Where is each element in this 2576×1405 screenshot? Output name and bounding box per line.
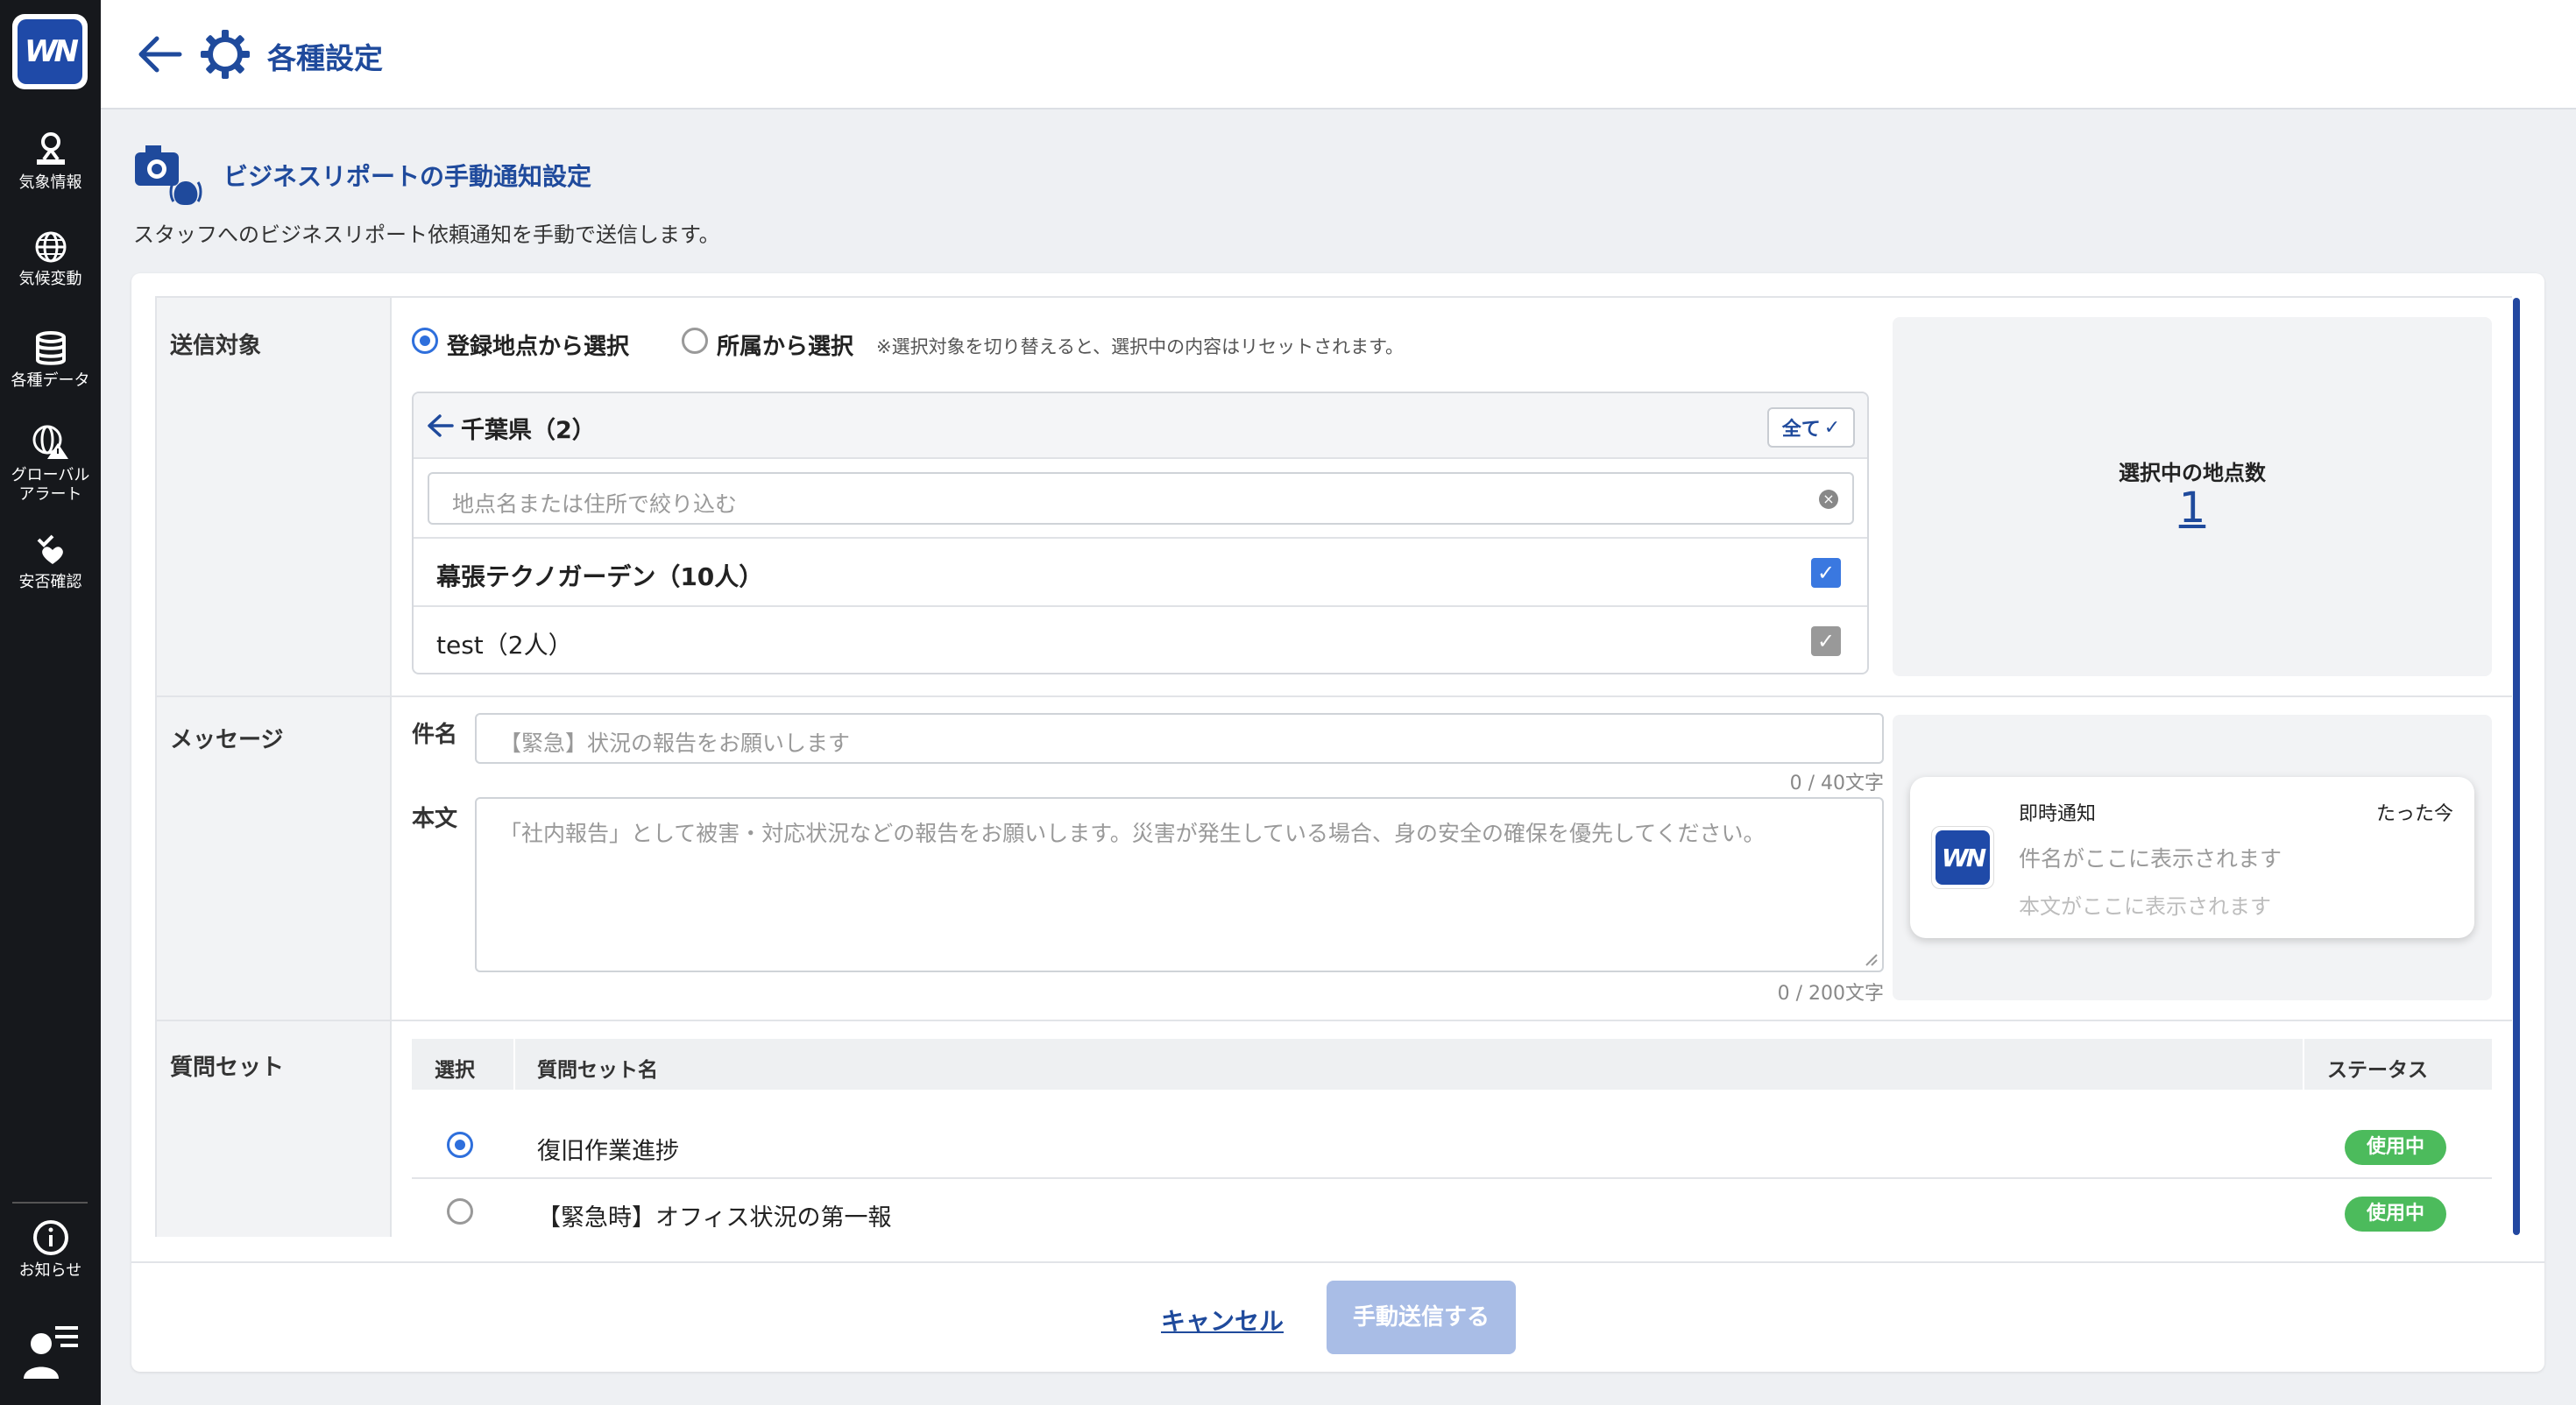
- clear-icon[interactable]: ×: [1819, 490, 1838, 509]
- app-logo-icon: WN: [1931, 826, 1994, 889]
- location-row[interactable]: 幕張テクノガーデン（10人） ✓: [414, 537, 1867, 605]
- nav-label-line1: グローバル: [11, 466, 90, 484]
- column-divider: [2303, 1039, 2304, 1090]
- col-name: 質問セット名: [537, 1059, 658, 1082]
- column-divider: [513, 1039, 515, 1090]
- nav-label: 安否確認: [18, 573, 82, 591]
- back-button[interactable]: [136, 30, 185, 82]
- question-set-radio[interactable]: [447, 1132, 473, 1158]
- safety-check-icon: [37, 534, 63, 564]
- nav-label-line2: アラート: [18, 485, 82, 504]
- question-set-row[interactable]: 復旧作業進捗 使用中: [412, 1112, 2492, 1179]
- sidebar: WN 気象情報 気候変動 各種データ グローバル アラート 安否確認 お知らせ: [0, 0, 101, 1405]
- info-icon: [32, 1220, 68, 1255]
- row-divider: [155, 695, 2512, 697]
- arrow-left-icon: [138, 36, 182, 73]
- selected-count-panel: 選択中の地点数 1: [1893, 317, 2492, 676]
- location-list-header: 千葉県（2） 全て ✓: [414, 393, 1867, 459]
- nav-label: 気象情報: [18, 173, 82, 192]
- camera-alert-icon: [133, 140, 207, 214]
- nav-label: 気候変動: [18, 270, 82, 288]
- nav-item-safety[interactable]: 安否確認: [0, 533, 101, 592]
- subject-input[interactable]: 【緊急】状況の報告をお願いします: [475, 713, 1884, 764]
- nav-item-weather[interactable]: 気象情報: [0, 130, 101, 193]
- subject-label: 件名: [412, 722, 458, 748]
- subject-counter: 0 / 40文字: [1789, 773, 1884, 794]
- status-badge: 使用中: [2345, 1130, 2446, 1165]
- manual-send-button[interactable]: 手動送信する: [1327, 1281, 1516, 1354]
- preview-subject: 件名がここに表示されます: [2019, 846, 2282, 872]
- preview-app-name: 即時通知: [2019, 803, 2097, 825]
- body-label: 本文: [412, 806, 458, 832]
- footer-divider: [131, 1261, 2544, 1263]
- app-logo[interactable]: WN: [12, 14, 88, 89]
- nav-item-global-alert[interactable]: グローバル アラート: [0, 424, 101, 505]
- sidebar-divider: [12, 1202, 88, 1204]
- global-alert-icon: [32, 425, 68, 459]
- radio-location-label[interactable]: 登録地点から選択: [447, 328, 629, 361]
- selected-count-value[interactable]: 1: [1893, 484, 2492, 533]
- database-icon: [35, 331, 66, 365]
- selected-count-label: 選択中の地点数: [2119, 461, 2266, 485]
- label-column: [155, 298, 392, 1237]
- question-set-radio[interactable]: [447, 1198, 473, 1225]
- cancel-button[interactable]: キャンセル: [1161, 1303, 1284, 1338]
- radio-location[interactable]: [412, 328, 438, 354]
- filter-placeholder: 地点名または住所で絞り込む: [452, 491, 738, 517]
- top-bar: 各種設定: [101, 0, 2576, 109]
- check-icon: ✓: [1823, 416, 1841, 439]
- nav-item-data[interactable]: 各種データ: [0, 331, 101, 391]
- question-set-name: 復旧作業進捗: [537, 1138, 679, 1165]
- body-textarea[interactable]: 「社内報告」として被害・対応状況などの報告をお願いします。災害が発生している場合…: [475, 797, 1884, 972]
- preview-time: たった今: [2375, 803, 2453, 825]
- nav-label: お知らせ: [18, 1261, 82, 1280]
- arrow-left-icon[interactable]: [426, 413, 456, 439]
- nav-label: 各種データ: [11, 371, 90, 390]
- user-menu-icon: [23, 1326, 78, 1379]
- question-set-name: 【緊急時】オフィス状況の第一報: [537, 1204, 892, 1232]
- section-title: ビジネスリポートの手動通知設定: [223, 162, 592, 191]
- notification-preview: WN 即時通知 たった今 件名がここに表示されます 本文がここに表示されます: [1910, 777, 2474, 938]
- radio-affiliation[interactable]: [682, 328, 708, 354]
- location-row[interactable]: test（2人） ✓: [414, 605, 1867, 673]
- preview-body: 本文がここに表示されます: [2019, 894, 2271, 919]
- col-status: ステータス: [2327, 1059, 2428, 1082]
- body-placeholder: 「社内報告」として被害・対応状況などの報告をお願いします。災害が発生している場合…: [499, 821, 1766, 846]
- weather-map-pin-icon: [36, 132, 65, 165]
- location-checkbox[interactable]: ✓: [1811, 558, 1841, 588]
- question-set-label: 質問セット: [170, 1055, 285, 1081]
- location-name: 幕張テクノガーデン（10人）: [436, 562, 764, 591]
- row-divider: [155, 1020, 2512, 1021]
- select-all-button[interactable]: 全て ✓: [1767, 407, 1855, 448]
- section-description: スタッフへのビジネスリポート依頼通知を手動で送信します。: [133, 222, 720, 247]
- question-set-table-header: 選択 質問セット名 ステータス: [412, 1039, 2492, 1090]
- reset-note: ※選択対象を切り替えると、選択中の内容はリセットされます。: [876, 336, 1405, 357]
- col-select: 選択: [435, 1059, 475, 1082]
- status-badge: 使用中: [2345, 1197, 2446, 1232]
- location-list: 千葉県（2） 全て ✓ 地点名または住所で絞り込む × 幕張テクノガーデン（10…: [412, 392, 1869, 674]
- user-menu[interactable]: [0, 1321, 101, 1386]
- nav-item-notices[interactable]: お知らせ: [0, 1219, 101, 1281]
- nav-item-climate[interactable]: 気候変動: [0, 229, 101, 289]
- scrollbar[interactable]: [2513, 298, 2520, 1235]
- globe-icon: [35, 231, 66, 263]
- body-counter: 0 / 200文字: [1777, 983, 1884, 1005]
- gear-icon: [199, 28, 251, 84]
- page-title: 各種設定: [267, 41, 383, 75]
- resize-handle-icon[interactable]: [1863, 951, 1879, 967]
- logo-text: WN: [1936, 830, 1990, 885]
- radio-affiliation-label[interactable]: 所属から選択: [717, 328, 853, 361]
- question-set-row[interactable]: 【緊急時】オフィス状況の第一報 使用中: [412, 1181, 2492, 1247]
- subject-placeholder: 【緊急】状況の報告をお願いします: [499, 731, 851, 756]
- location-filter-input[interactable]: 地点名または住所で絞り込む ×: [428, 472, 1854, 525]
- message-label: メッセージ: [170, 727, 284, 753]
- location-name: test（2人）: [436, 631, 573, 660]
- prefecture-label: 千葉県（2）: [461, 417, 596, 444]
- target-label: 送信対象: [170, 333, 262, 359]
- select-all-label: 全て: [1781, 419, 1821, 441]
- logo-text: WN: [18, 19, 82, 84]
- location-checkbox[interactable]: ✓: [1811, 626, 1841, 656]
